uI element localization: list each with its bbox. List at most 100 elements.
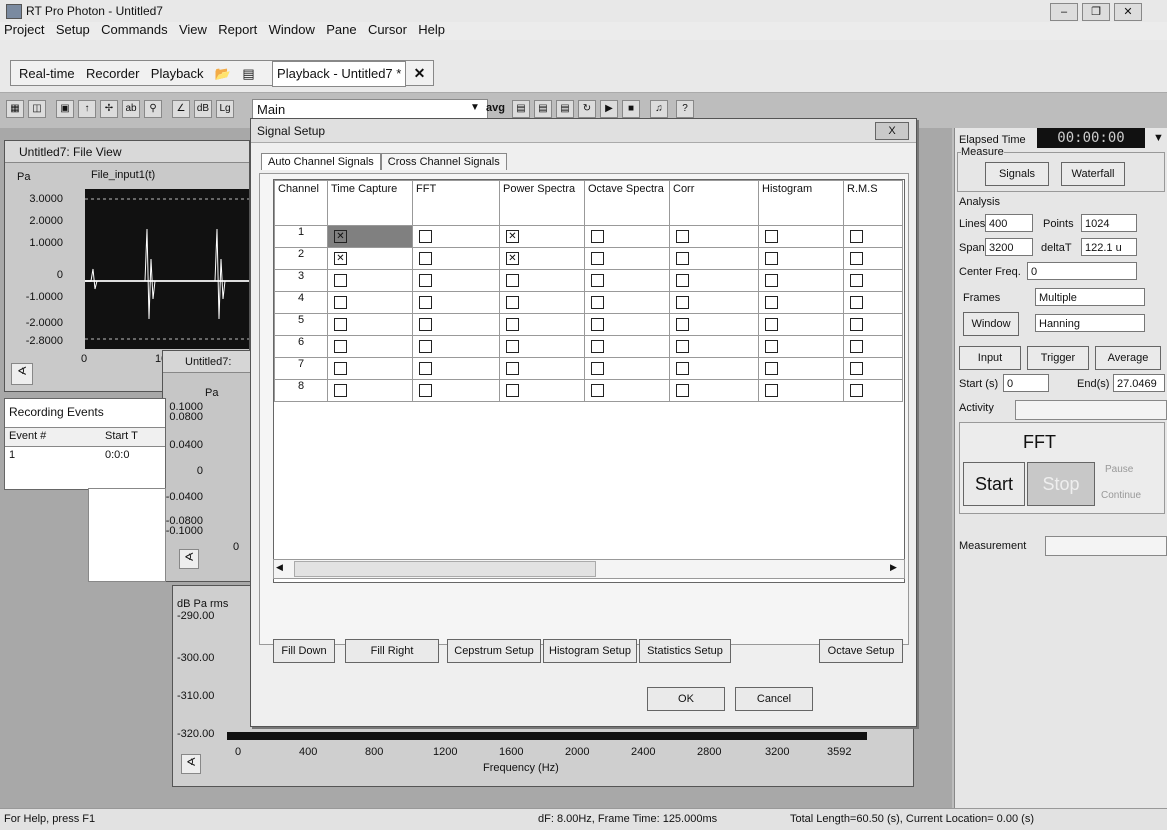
checkbox[interactable] — [506, 362, 519, 375]
grid-cell[interactable] — [584, 379, 670, 402]
chart-icon[interactable]: ▤ — [512, 100, 530, 118]
checkbox[interactable] — [334, 362, 347, 375]
grid-cell[interactable] — [758, 313, 844, 336]
grid-cell[interactable] — [669, 335, 759, 358]
realtime-button[interactable]: Real-time — [15, 62, 79, 86]
grid-cell[interactable] — [412, 225, 500, 248]
checkbox[interactable] — [850, 362, 863, 375]
chevron-down-icon[interactable]: ▼ — [470, 102, 480, 113]
checkbox[interactable] — [676, 274, 689, 287]
avg-button[interactable]: avg — [486, 102, 505, 114]
horizontal-scrollbar[interactable]: ◀ ▶ — [273, 559, 905, 579]
checkbox[interactable]: ✕ — [506, 230, 519, 243]
average-button[interactable]: Average — [1095, 346, 1161, 370]
grid-cell[interactable] — [499, 269, 585, 292]
checkbox[interactable] — [591, 384, 604, 397]
grid-cell[interactable] — [758, 225, 844, 248]
table-row[interactable]: 5 — [274, 313, 903, 336]
grid-cell[interactable]: ✕ — [327, 225, 413, 248]
checkbox[interactable]: ✕ — [334, 230, 347, 243]
menu-project[interactable]: Project — [4, 22, 44, 37]
checkbox[interactable] — [765, 318, 778, 331]
checkbox[interactable] — [765, 296, 778, 309]
table-row[interactable]: 1 ✕ ✕ — [274, 225, 903, 248]
scroll-right-icon[interactable]: ▶ — [890, 562, 897, 573]
grid-cell[interactable] — [669, 357, 759, 380]
recorder-button[interactable]: Recorder — [82, 62, 143, 86]
grid-cell[interactable] — [843, 247, 903, 270]
checkbox[interactable] — [850, 274, 863, 287]
checkbox[interactable] — [676, 384, 689, 397]
grid-cell[interactable] — [412, 357, 500, 380]
end-s-input[interactable]: 27.0469 — [1113, 374, 1165, 392]
window-button[interactable]: Window — [963, 312, 1019, 336]
checkbox[interactable] — [334, 274, 347, 287]
cepstrum-setup-button[interactable]: Cepstrum Setup — [447, 639, 541, 663]
checkbox[interactable] — [419, 274, 432, 287]
scroll-left-icon[interactable]: ◀ — [276, 562, 283, 573]
grid-cell[interactable] — [499, 357, 585, 380]
checkbox[interactable] — [506, 384, 519, 397]
signals-button[interactable]: Signals — [985, 162, 1049, 186]
grid-cell[interactable] — [412, 269, 500, 292]
stop-icon[interactable]: ■ — [622, 100, 640, 118]
grid-cell[interactable] — [843, 335, 903, 358]
waterfall-button[interactable]: Waterfall — [1061, 162, 1125, 186]
checkbox[interactable] — [676, 318, 689, 331]
pause-button[interactable]: Pause — [1105, 464, 1133, 475]
close-icon[interactable]: X — [875, 122, 909, 140]
maximize-icon[interactable]: ❐ — [1082, 3, 1110, 21]
doc-tab[interactable]: Playback - Untitled7 * — [272, 61, 407, 87]
table-row[interactable]: 7 — [274, 357, 903, 380]
checkbox[interactable] — [419, 252, 432, 265]
window-select[interactable]: Hanning — [1035, 314, 1145, 332]
checkbox[interactable] — [419, 384, 432, 397]
grid-cell[interactable] — [327, 335, 413, 358]
close-icon[interactable]: ✕ — [1114, 3, 1142, 21]
db-icon[interactable]: dB — [194, 100, 212, 118]
grid-cell[interactable] — [412, 313, 500, 336]
checkbox[interactable] — [334, 340, 347, 353]
menu-commands[interactable]: Commands — [101, 22, 167, 37]
grid-cell[interactable] — [843, 269, 903, 292]
checkbox[interactable] — [591, 274, 604, 287]
grid-cell[interactable] — [758, 379, 844, 402]
grid-cell[interactable] — [499, 313, 585, 336]
grid-cell[interactable] — [758, 335, 844, 358]
grid-cell[interactable] — [584, 247, 670, 270]
plot-options-icon[interactable]: ∢ — [179, 549, 199, 569]
checkbox[interactable] — [334, 296, 347, 309]
scroll-thumb[interactable] — [294, 561, 596, 577]
histogram-setup-button[interactable]: Histogram Setup — [543, 639, 637, 663]
grid-cell[interactable] — [843, 291, 903, 314]
chart2-icon[interactable]: ▤ — [534, 100, 552, 118]
grid-cell[interactable] — [584, 291, 670, 314]
grid-cell[interactable] — [758, 247, 844, 270]
grid-cell[interactable] — [499, 379, 585, 402]
stop-button[interactable]: Stop — [1027, 462, 1095, 506]
checkbox[interactable] — [676, 362, 689, 375]
span-select[interactable]: 3200 — [985, 238, 1033, 256]
checkbox[interactable] — [419, 230, 432, 243]
grid-cell[interactable] — [499, 335, 585, 358]
checkbox[interactable] — [765, 384, 778, 397]
audio-icon[interactable]: ♫ — [650, 100, 668, 118]
grid-cell[interactable] — [584, 335, 670, 358]
menu-setup[interactable]: Setup — [56, 22, 90, 37]
table-row[interactable]: 2 ✕ ✕ — [274, 247, 903, 270]
checkbox[interactable] — [765, 340, 778, 353]
checkbox[interactable] — [506, 274, 519, 287]
checkbox[interactable] — [591, 296, 604, 309]
grid-cell[interactable] — [758, 269, 844, 292]
menu-pane[interactable]: Pane — [326, 22, 356, 37]
tab-auto-channel[interactable]: Auto Channel Signals — [261, 153, 381, 170]
close-doc-icon[interactable]: ✕ — [410, 61, 430, 85]
grid-cell[interactable] — [669, 269, 759, 292]
grid-cell[interactable] — [669, 313, 759, 336]
grid-cell[interactable] — [412, 291, 500, 314]
checkbox[interactable] — [765, 362, 778, 375]
checkbox[interactable] — [334, 318, 347, 331]
menu-report[interactable]: Report — [218, 22, 257, 37]
checkbox[interactable] — [676, 252, 689, 265]
grid-cell[interactable] — [327, 269, 413, 292]
